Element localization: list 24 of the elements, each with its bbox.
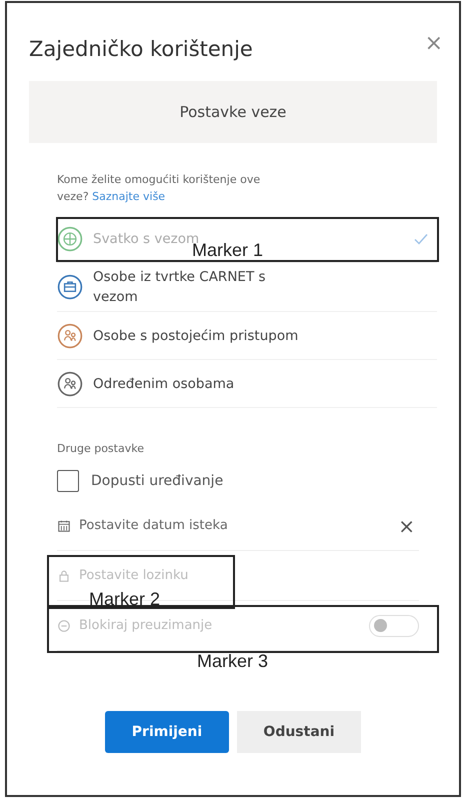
cancel-button[interactable]: Odustani [237, 711, 361, 753]
option-label: Određenim osobama [93, 374, 236, 394]
audience-option[interactable]: Osobe s postojećim pristupom [57, 312, 437, 360]
question-text: Kome želite omogućiti korištenje ove veze? Saznajte više [57, 172, 262, 205]
block-icon [57, 618, 71, 632]
calendar-icon [57, 518, 71, 532]
audience-option[interactable]: Određenim osobama [57, 360, 437, 408]
lock-icon [57, 568, 71, 582]
toggle-label: Blokiraj preuzimanje [79, 618, 212, 633]
audience-option[interactable]: Osobe iz tvrtke CARNET s vezom [57, 263, 437, 312]
link-settings-banner: Postavke veze [29, 81, 437, 143]
option-label: Osobe iz tvrtke CARNET s vezom [93, 268, 267, 307]
marker-label: Marker 3 [197, 651, 268, 672]
option-label: Osobe s postojećim pristupom [93, 326, 300, 346]
clear-button[interactable]: × [398, 514, 415, 538]
close-button[interactable]: × [424, 31, 443, 56]
dialog-title: Zajedničko korištenje [29, 37, 253, 61]
apply-button[interactable]: Primijeni [105, 711, 229, 753]
checkbox-label: Dopusti uređivanje [91, 473, 224, 489]
section-heading: Druge postavke [57, 442, 145, 455]
expiry-date-field[interactable]: Postavite datum isteka [79, 518, 398, 533]
checkbox[interactable] [57, 470, 79, 492]
learn-more-link[interactable]: Saznajte više [92, 190, 166, 203]
marker-label: Marker 2 [89, 589, 160, 610]
